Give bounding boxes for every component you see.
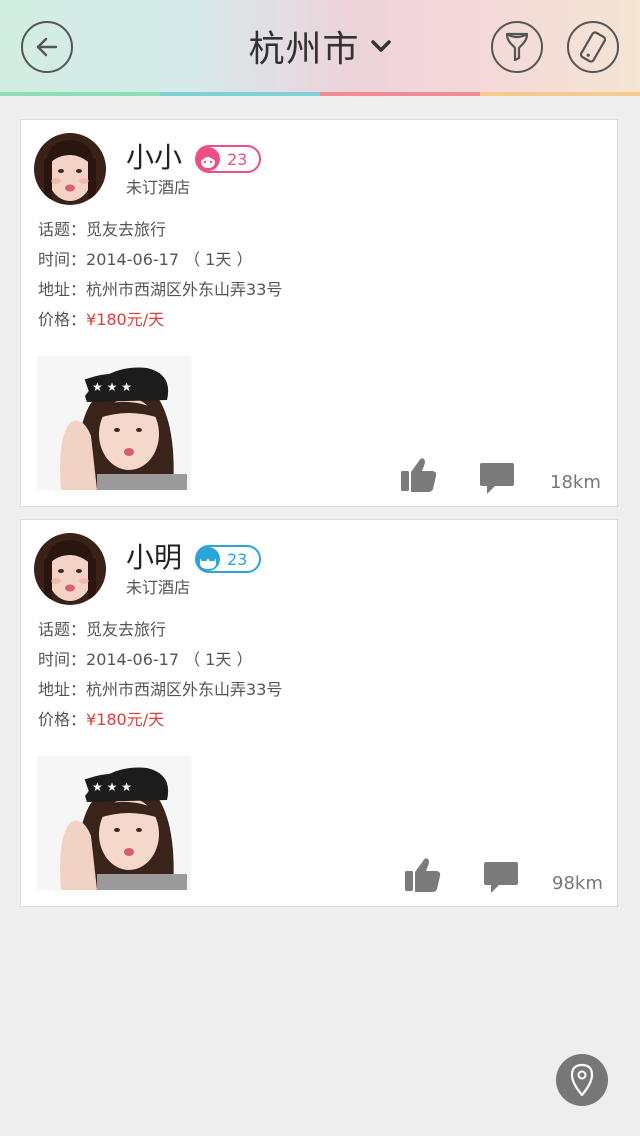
distance-label: 98km <box>552 873 603 894</box>
topic-label: 话题： <box>38 220 87 239</box>
avatar[interactable] <box>34 133 106 205</box>
avatar[interactable] <box>34 533 106 605</box>
gender-age-badge: 23 <box>195 545 261 573</box>
distance-label: 18km <box>550 472 601 493</box>
time-value: 2014-06-17 （ 1天 ） <box>86 650 253 669</box>
price-line: 价格：¥180元/天 <box>38 706 164 730</box>
svg-text:★ ★ ★: ★ ★ ★ <box>92 780 132 794</box>
address-line: 地址：杭州市西湖区外东山弄33号 <box>38 676 282 700</box>
page-title[interactable]: 杭州市 <box>248 20 359 72</box>
address-value: 杭州市西湖区外东山弄33号 <box>86 280 283 299</box>
phone-button[interactable] <box>567 21 619 73</box>
address-line: 地址：杭州市西湖区外东山弄33号 <box>38 276 282 300</box>
post-photo[interactable]: ★ ★ ★ <box>37 756 191 890</box>
stripe-segment <box>480 92 640 96</box>
price-label: 价格： <box>38 310 87 329</box>
time-line: 时间：2014-06-17 （ 1天 ） <box>38 246 252 270</box>
price-label: 价格： <box>38 710 87 729</box>
filter-button[interactable] <box>491 21 543 73</box>
like-thumb-icon[interactable] <box>403 855 443 895</box>
chevron-down-icon <box>370 40 391 52</box>
address-label: 地址： <box>38 680 87 699</box>
price-line: 价格：¥180元/天 <box>38 306 164 330</box>
user-name: 小小 <box>126 141 183 174</box>
post-card[interactable]: 小明 23 未订酒店 话题：觅友去旅行 时间：2014-06-17 （ 1天 ）… <box>20 519 618 907</box>
topic-value: 觅友去旅行 <box>86 220 167 239</box>
address-label: 地址： <box>38 280 87 299</box>
price-value: ¥180元/天 <box>86 310 165 329</box>
stripe-segment <box>0 92 160 96</box>
svg-text:★ ★ ★: ★ ★ ★ <box>92 380 132 394</box>
female-face-icon <box>196 146 220 171</box>
time-line: 时间：2014-06-17 （ 1天 ） <box>38 646 252 670</box>
address-value: 杭州市西湖区外东山弄33号 <box>86 680 283 699</box>
age-label: 23 <box>227 549 248 569</box>
topic-value: 觅友去旅行 <box>86 620 167 639</box>
hotel-status: 未订酒店 <box>126 178 191 197</box>
post-card[interactable]: 小小 23 未订酒店 话题：觅友去旅行 时间：2014-06-17 （ 1天 ）… <box>20 119 618 507</box>
user-name: 小明 <box>126 541 183 574</box>
gender-age-badge: 23 <box>195 145 261 173</box>
topic-line: 话题：觅友去旅行 <box>38 216 166 240</box>
topic-line: 话题：觅友去旅行 <box>38 616 166 640</box>
time-label: 时间： <box>38 250 87 269</box>
header-color-stripe <box>0 92 640 96</box>
age-label: 23 <box>227 149 248 169</box>
comment-bubble-icon[interactable] <box>479 460 515 496</box>
stripe-segment <box>160 92 320 96</box>
phone-icon <box>579 31 607 63</box>
time-label: 时间： <box>38 650 87 669</box>
time-value: 2014-06-17 （ 1天 ） <box>86 250 253 269</box>
comment-bubble-icon[interactable] <box>483 859 519 895</box>
post-photo[interactable]: ★ ★ ★ <box>37 356 191 490</box>
male-face-icon <box>196 546 220 571</box>
price-value: ¥180元/天 <box>86 710 165 729</box>
like-thumb-icon[interactable] <box>399 455 439 495</box>
topic-label: 话题： <box>38 620 87 639</box>
top-nav-bar: 杭州市 <box>0 0 640 96</box>
stripe-segment <box>320 92 480 96</box>
hotel-status: 未订酒店 <box>126 578 191 597</box>
location-button[interactable] <box>556 1054 608 1106</box>
city-selector[interactable]: 杭州市 <box>0 0 640 92</box>
filter-funnel-icon <box>505 32 529 62</box>
location-pin-icon <box>570 1063 594 1097</box>
